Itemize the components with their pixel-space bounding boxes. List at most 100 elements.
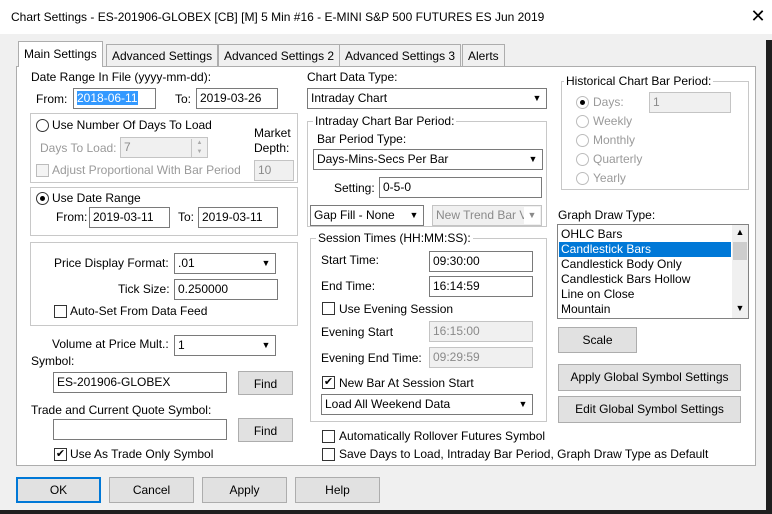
close-icon[interactable]: ✕	[748, 5, 768, 27]
list-item[interactable]: OHLC Bars	[559, 227, 731, 242]
save-default-label: Save Days to Load, Intraday Bar Period, …	[339, 447, 709, 461]
volume-mult-label: Volume at Price Mult.:	[52, 337, 169, 351]
list-item[interactable]: Mountain	[559, 302, 731, 317]
yearly-radio[interactable]	[576, 172, 589, 185]
symbol-field[interactable]: ES-201906-GLOBEX	[53, 372, 227, 393]
trade-symbol-label: Trade and Current Quote Symbol:	[31, 403, 212, 417]
chart-data-type-select[interactable]: Intraday Chart ▼	[307, 88, 547, 109]
file-from-field[interactable]: 2018-06-11	[73, 88, 156, 109]
weekend-data-select[interactable]: Load All Weekend Data ▼	[321, 394, 533, 415]
list-item[interactable]: Candlestick Bars Hollow	[559, 272, 731, 287]
use-days-radio[interactable]	[36, 119, 49, 132]
trade-symbol-find-button[interactable]: Find	[238, 418, 293, 442]
quarterly-radio[interactable]	[576, 153, 589, 166]
chevron-down-icon: ▼	[406, 207, 422, 224]
save-default-checkbox[interactable]	[322, 448, 335, 461]
evening-end-field[interactable]: 09:29:59	[429, 347, 533, 368]
historical-legend: Historical Chart Bar Period:	[564, 74, 714, 88]
evening-start-field[interactable]: 16:15:00	[429, 321, 533, 342]
trade-only-label: Use As Trade Only Symbol	[70, 447, 214, 461]
stepper-up-icon[interactable]: ▲	[191, 139, 207, 148]
range-to-field[interactable]: 2019-03-11	[198, 207, 278, 228]
weekly-radio-label: Weekly	[593, 114, 633, 128]
range-from-label: From:	[56, 210, 88, 224]
historical-days-field[interactable]: 1	[649, 92, 731, 113]
evening-session-label: Use Evening Session	[339, 302, 454, 316]
apply-button[interactable]: Apply	[202, 477, 287, 503]
market-depth-field[interactable]: 10	[254, 160, 294, 181]
tab-advanced-settings[interactable]: Advanced Settings	[106, 44, 219, 66]
adjust-proportional-checkbox[interactable]	[36, 164, 49, 177]
chevron-down-icon: ▼	[529, 90, 545, 107]
session-legend: Session Times (HH:MM:SS):	[316, 231, 473, 245]
use-days-label: Use Number Of Days To Load	[52, 118, 212, 132]
quarterly-radio-label: Quarterly	[593, 152, 643, 166]
price-format-select[interactable]: .01 ▼	[174, 253, 276, 274]
auto-set-checkbox[interactable]	[54, 305, 67, 318]
help-button[interactable]: Help	[295, 477, 380, 503]
cancel-button[interactable]: Cancel	[109, 477, 194, 503]
evening-session-checkbox[interactable]	[322, 302, 335, 315]
bar-period-type-label: Bar Period Type:	[317, 132, 407, 146]
stepper-down-icon[interactable]: ▼	[191, 148, 207, 157]
graph-draw-type-list[interactable]: OHLC Bars Candlestick Bars Candlestick B…	[557, 224, 749, 319]
monthly-radio[interactable]	[576, 134, 589, 147]
gap-fill-select[interactable]: Gap Fill - None ▼	[310, 205, 424, 226]
window-title: Chart Settings - ES-201906-GLOBEX [CB] […	[11, 10, 545, 24]
date-range-file-label: Date Range In File (yyyy-mm-dd):	[31, 70, 212, 84]
tab-advanced-settings-2[interactable]: Advanced Settings 2	[218, 44, 341, 66]
market-depth-label: Depth:	[254, 141, 290, 155]
setting-field[interactable]: 0-5-0	[379, 177, 542, 198]
days-to-load-stepper[interactable]: 7 ▲ ▼	[120, 137, 208, 158]
tab-alerts[interactable]: Alerts	[462, 44, 505, 66]
volume-mult-select[interactable]: 1 ▼	[174, 335, 276, 356]
yearly-radio-label: Yearly	[593, 171, 626, 185]
end-time-label: End Time:	[321, 279, 376, 293]
chevron-down-icon: ▼	[524, 207, 540, 224]
days-radio[interactable]	[576, 96, 589, 109]
tab-advanced-settings-3[interactable]: Advanced Settings 3	[339, 44, 462, 66]
edit-global-settings-button[interactable]: Edit Global Symbol Settings	[558, 396, 741, 423]
graph-draw-type-label: Graph Draw Type:	[558, 208, 656, 222]
scale-button[interactable]: Scale	[558, 327, 637, 353]
ok-button[interactable]: OK	[16, 477, 101, 503]
bar-period-type-select[interactable]: Days-Mins-Secs Per Bar ▼	[313, 149, 543, 170]
start-time-field[interactable]: 09:30:00	[429, 251, 533, 272]
scroll-up-icon[interactable]: ▲	[732, 227, 748, 237]
list-item[interactable]: Line on Close	[559, 287, 731, 302]
tick-size-field[interactable]: 0.250000	[174, 279, 278, 300]
chevron-down-icon: ▼	[258, 255, 274, 272]
window-edge	[766, 40, 772, 514]
chevron-down-icon: ▼	[258, 337, 274, 354]
symbol-find-button[interactable]: Find	[238, 371, 293, 395]
file-to-field[interactable]: 2019-03-26	[196, 88, 278, 109]
new-bar-checkbox[interactable]: ✔	[322, 376, 335, 389]
scroll-thumb[interactable]	[733, 242, 747, 260]
title-bar: Chart Settings - ES-201906-GLOBEX [CB] […	[0, 0, 772, 34]
list-item[interactable]: Candlestick Body Only	[559, 257, 731, 272]
tab-main-settings[interactable]: Main Settings	[18, 41, 103, 67]
days-radio-label: Days:	[593, 95, 624, 109]
tick-size-label: Tick Size:	[118, 282, 170, 296]
end-time-field[interactable]: 16:14:59	[429, 276, 533, 297]
weekly-radio[interactable]	[576, 115, 589, 128]
apply-global-settings-button[interactable]: Apply Global Symbol Settings	[558, 364, 741, 391]
new-trend-bar-select[interactable]: New Trend Bar V ▼	[432, 205, 542, 226]
rollover-checkbox[interactable]	[322, 430, 335, 443]
new-bar-label: New Bar At Session Start	[339, 376, 474, 390]
chevron-down-icon: ▼	[515, 396, 531, 413]
auto-set-label: Auto-Set From Data Feed	[70, 304, 208, 318]
chart-data-type-label: Chart Data Type:	[307, 70, 398, 84]
list-scrollbar[interactable]: ▲ ▼	[732, 225, 748, 318]
adjust-proportional-label: Adjust Proportional With Bar Period	[52, 163, 241, 177]
setting-label: Setting:	[334, 181, 375, 195]
use-date-range-radio[interactable]	[36, 192, 49, 205]
trade-symbol-field[interactable]	[53, 419, 227, 440]
chevron-down-icon: ▼	[525, 151, 541, 168]
list-item[interactable]: Candlestick Bars	[559, 242, 731, 257]
trade-only-checkbox[interactable]: ✔	[54, 448, 67, 461]
scroll-down-icon[interactable]: ▼	[732, 303, 748, 313]
evening-start-label: Evening Start	[321, 325, 394, 339]
range-from-field[interactable]: 2019-03-11	[89, 207, 170, 228]
market-depth-label: Market	[254, 126, 291, 140]
